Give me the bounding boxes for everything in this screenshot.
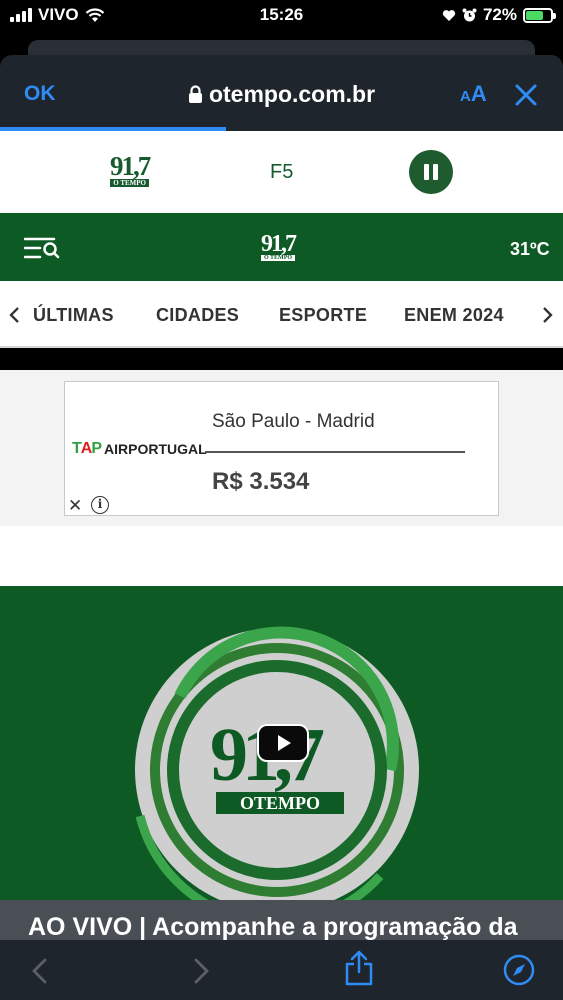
forward-icon[interactable] [193,958,211,984]
text-size-button[interactable]: AA [460,81,487,107]
bottom-toolbar [0,940,563,1000]
play-icon [278,735,291,751]
ad-divider [205,451,465,453]
status-right: 72% [442,5,556,25]
video-logo-subtitle: OTEMPO [216,792,344,814]
ad-info-icon[interactable]: i [91,496,109,514]
share-icon[interactable] [344,950,374,986]
browser-toolbar: OK otempo.com.br AA [0,55,563,131]
temperature: 31ºC [510,239,550,259]
status-bar: VIVO 15:26 72% [0,0,563,32]
aa-small: A [460,88,471,105]
close-icon[interactable] [514,83,538,107]
header-logo[interactable]: 91,7 O TEMPO [261,231,297,261]
play-button[interactable] [257,724,309,762]
spacer [0,526,563,586]
player-logo-subtitle: O TEMPO [110,179,150,187]
ad-route: São Paulo - Madrid [212,411,375,432]
nav-item-esporte[interactable]: ESPORTE [279,305,367,326]
station-label: F5 [270,161,294,183]
nav-item-cidades[interactable]: CIDADES [156,305,239,326]
chevron-left-icon[interactable] [8,306,20,324]
url-text: otempo.com.br [208,81,376,107]
pause-icon-bar [433,164,438,180]
heart-icon [442,9,456,21]
pause-button[interactable] [409,150,453,194]
battery-percent: 72% [482,5,517,24]
player-logo[interactable]: 91,7 O TEMPO [110,151,151,187]
nav-item-ultimas[interactable]: ÚLTIMAS [33,305,114,326]
ad-price: R$ 3.534 [212,468,310,495]
battery-icon [523,7,556,23]
header-logo-number: 91,7 [261,231,297,257]
pause-icon-bar [424,164,429,180]
ad-brand-name: AIRPORTUGAL [104,441,207,457]
back-icon[interactable] [30,958,48,984]
article-headline[interactable]: AO VIVO | Acompanhe a programação da [28,913,558,942]
nav-item-enem[interactable]: ENEM 2024 [404,305,504,326]
compass-icon[interactable] [503,954,535,986]
tap-logo: TAP [72,440,102,457]
ad-close-button[interactable]: ✕ [68,496,82,516]
aa-big: A [470,81,487,106]
ad-brand: TAP AIRPORTUGAL [72,440,207,458]
chevron-right-icon[interactable] [542,306,554,324]
menu-search-icon[interactable] [24,236,60,260]
header-logo-subtitle: O TEMPO [261,255,295,261]
player-logo-number: 91,7 [110,151,151,181]
alarm-icon [462,8,477,21]
lock-icon [188,85,202,103]
